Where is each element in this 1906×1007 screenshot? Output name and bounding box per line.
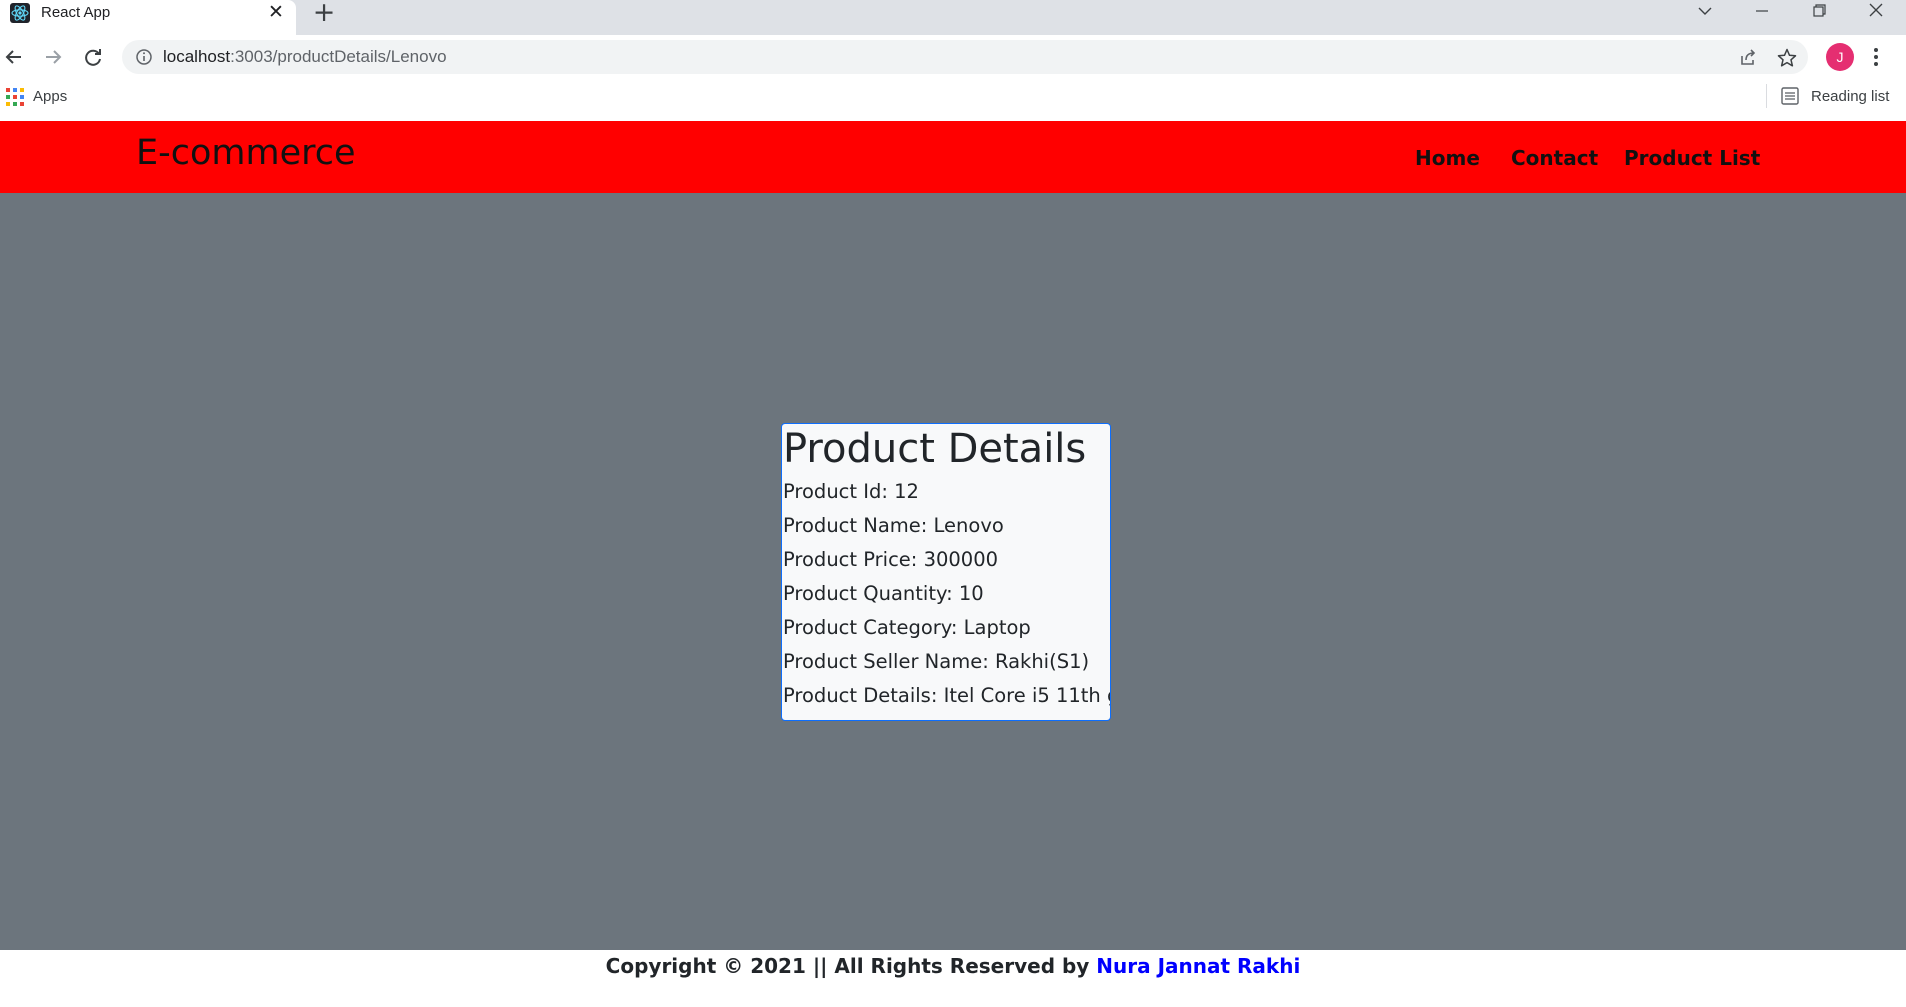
author-name: Nura Jannat Rakhi	[1096, 954, 1301, 978]
apps-bookmark[interactable]: Apps	[33, 88, 67, 105]
menu-icon[interactable]	[1868, 45, 1884, 69]
reload-icon[interactable]	[79, 43, 107, 71]
product-quantity: Product Quantity: 10	[783, 582, 984, 605]
browser-toolbar: localhost:3003/productDetails/Lenovo J	[0, 35, 1906, 78]
url-text[interactable]: localhost:3003/productDetails/Lenovo	[163, 47, 447, 67]
restore-icon[interactable]	[1799, 0, 1839, 24]
product-category: Product Category: Laptop	[783, 616, 1031, 639]
react-icon	[10, 3, 30, 23]
page-content: E-commerce Home Contact Product List Pro…	[0, 121, 1906, 1007]
product-details: Product Details: Itel Core i5 11th gen	[783, 684, 1111, 707]
address-bar[interactable]: localhost:3003/productDetails/Lenovo	[122, 40, 1808, 74]
tab-title: React App	[41, 4, 111, 21]
chevron-down-icon[interactable]	[1685, 0, 1725, 24]
back-icon[interactable]	[0, 43, 28, 71]
tab-strip: React App ✕ +	[0, 0, 1906, 35]
bookmark-divider	[1766, 84, 1767, 108]
close-icon[interactable]	[1856, 0, 1896, 24]
info-icon[interactable]	[135, 48, 153, 66]
apps-grid-icon[interactable]	[6, 88, 24, 106]
copyright-label: Copyright © 2021 || All Rights Reserved …	[605, 954, 1097, 978]
nav-link-contact[interactable]: Contact	[1511, 146, 1598, 170]
share-icon[interactable]	[1737, 47, 1759, 69]
nav-link-home[interactable]: Home	[1415, 146, 1480, 170]
reading-list-icon[interactable]	[1781, 87, 1799, 105]
url-path: :3003/productDetails/Lenovo	[230, 47, 447, 66]
forward-icon[interactable]	[39, 43, 67, 71]
card-title: Product Details	[783, 426, 1087, 472]
site-footer: Copyright © 2021 || All Rights Reserved …	[0, 950, 1906, 1007]
new-tab-button[interactable]: +	[312, 0, 336, 26]
star-icon[interactable]	[1776, 47, 1798, 69]
brand-logo[interactable]: E-commerce	[136, 133, 356, 173]
url-host: localhost	[163, 47, 231, 66]
bookmarks-bar: Apps Reading list	[0, 78, 1906, 121]
minimize-icon[interactable]	[1742, 0, 1782, 24]
avatar[interactable]: J	[1826, 43, 1854, 71]
product-id: Product Id: 12	[783, 480, 919, 503]
product-price: Product Price: 300000	[783, 548, 999, 571]
product-details-card: Product Details Product Id: 12 Product N…	[781, 423, 1111, 721]
product-name: Product Name: Lenovo	[783, 514, 1004, 537]
reading-list-button[interactable]: Reading list	[1811, 88, 1889, 105]
browser-tab[interactable]: React App ✕	[0, 0, 296, 35]
product-seller-name: Product Seller Name: Rakhi(S1)	[783, 650, 1090, 673]
nav-link-product-list[interactable]: Product List	[1624, 146, 1760, 170]
site-navbar: E-commerce Home Contact Product List	[0, 121, 1906, 193]
tab-close-button[interactable]: ✕	[266, 2, 286, 22]
copyright-text: Copyright © 2021 || All Rights Reserved …	[0, 954, 1906, 978]
